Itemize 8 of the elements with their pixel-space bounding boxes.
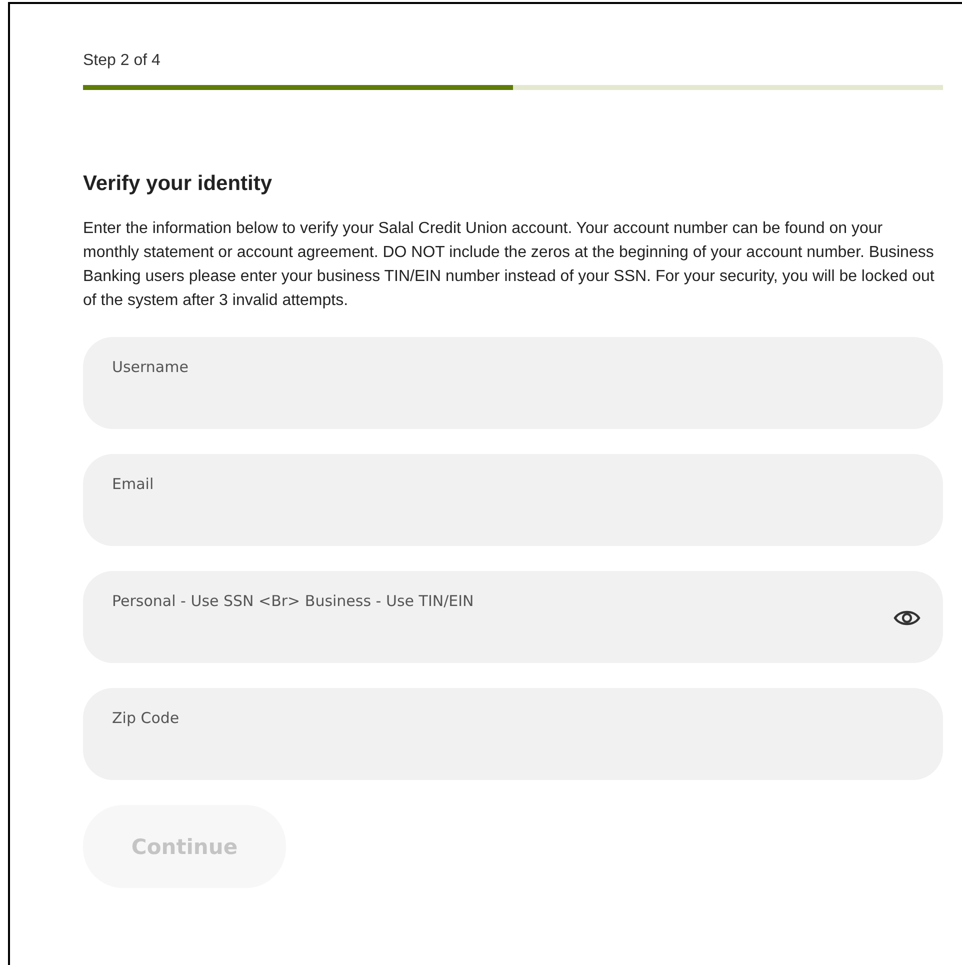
input-field[interactable]: Email <box>83 454 943 546</box>
eye-icon[interactable] <box>893 608 921 628</box>
step-label: Step 2 of 4 <box>83 51 160 71</box>
page-heading: Verify your identity <box>83 171 272 197</box>
input-field[interactable]: Username <box>83 337 943 429</box>
instructions-text: Enter the information below to verify your Salal Credit Union account. Your account number can be found on your monthly statement or account agreement. DO NOT include the zeros at the beginning of your account number. Business Banking users please enter your business TIN/EIN number instead of your SSN. For your security, you will be locked out of the system after 3 invalid attempts. <box>83 219 936 311</box>
input-field[interactable]: Zip Code <box>83 688 943 780</box>
input-field[interactable]: Personal - Use SSN <Br> Business - Use TIN/EIN <box>83 571 943 663</box>
